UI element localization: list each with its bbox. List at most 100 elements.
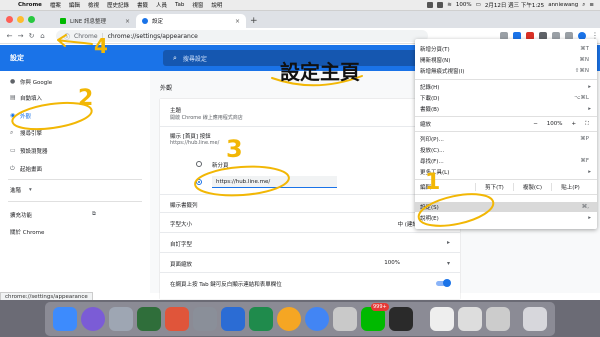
powerpoint-icon[interactable] [165,307,189,331]
new-tab-button[interactable]: + [250,16,258,26]
finder-icon[interactable] [53,307,77,331]
paste-button[interactable]: 貼上(P) [551,183,589,191]
document-icon[interactable] [458,307,482,331]
fullscreen-icon[interactable]: ⛶ [585,121,589,128]
page-zoom-row[interactable]: 頁面縮放 100% ▾ [160,253,460,273]
close-window-button[interactable] [6,16,13,23]
siri-icon[interactable] [81,307,105,331]
menu-item-settings[interactable]: 設定(S) ⌘, [415,202,597,212]
menu-list-icon[interactable]: ≡ [589,2,594,8]
menu-item-bookmarks[interactable]: 書籤(B) ▸ [415,104,597,114]
sidebar-item-label: 你與 Google [20,79,53,86]
chevron-right-icon[interactable]: ▸ [447,239,450,246]
menu-people[interactable]: 人員 [152,1,171,9]
home-icon[interactable]: ⌂ [37,32,48,40]
home-url-input[interactable]: https://hub.line.me/ [212,176,337,188]
new-tab-radio[interactable] [196,161,202,167]
trash-icon[interactable] [523,307,547,331]
menu-view[interactable]: 檢視 [84,1,103,9]
menu-item-cast[interactable]: 投放(C)... [415,145,597,155]
menu-edit[interactable]: 編輯 [65,1,84,9]
sidebar-item-on-startup[interactable]: ⏻ 起始畫面 [0,162,150,175]
battery-icon[interactable]: ▭ [476,2,481,8]
custom-fonts-row[interactable]: 自訂字型 ▸ [160,233,460,253]
menu-item-history[interactable]: 記錄(H) ▸ [415,82,597,92]
home-button-sub: https://hub.line.me/ [170,140,220,146]
excel-icon[interactable] [249,307,273,331]
tab-highlight-toggle[interactable] [436,279,451,287]
close-tab-icon[interactable]: × [235,18,240,25]
menu-item-downloads[interactable]: 下載(D) ⌥⌘L [415,93,597,103]
divider [8,201,142,202]
zoom-window-button[interactable] [28,16,35,23]
menu-item-label: 列印(P)... [420,137,444,143]
launchpad-icon[interactable] [109,307,133,331]
reload-icon[interactable]: ↻ [26,32,37,40]
menu-item-label: 設定(S) [420,205,439,211]
status-icon[interactable] [437,2,444,8]
tab-strip: LINE 訊息整理 × 設定 × + [0,11,600,28]
tab-line-messages[interactable]: LINE 訊息整理 × [54,14,136,28]
zoom-out-button[interactable]: − [533,121,538,127]
status-icon[interactable] [427,2,434,8]
external-link-icon: ⧉ [92,211,96,217]
menu-divider [415,194,597,195]
menu-item-more-tools[interactable]: 更多工具(L) ▸ [415,167,597,177]
chevron-down-icon[interactable]: ▾ [447,260,450,267]
menu-history[interactable]: 歷史記錄 [103,1,133,9]
custom-url-radio[interactable] [196,179,202,185]
copy-button[interactable]: 複製(C) [513,183,551,191]
sidebar-item-you-and-google[interactable]: ● 你與 Google [0,75,150,88]
close-tab-icon[interactable]: × [125,18,130,25]
app-icon[interactable] [137,307,161,331]
address-url[interactable]: chrome://settings/appearance [108,33,198,40]
menu-window[interactable]: 視窗 [188,1,207,9]
sidebar-item-search-engine[interactable]: ⌕ 搜尋引擎 [0,126,150,139]
menu-item-new-window[interactable]: 開新視窗(N) ⌘N [415,55,597,65]
forward-arrow-icon[interactable]: → [15,32,26,40]
menubar-status-area: ≋ 100% ▭ 2月12日 週三 下午1:25 anniewang ⌕ ≡ [427,1,600,9]
battery-level[interactable]: 100% [456,2,472,8]
menu-item-new-incognito[interactable]: 新增無痕式視窗(I) ⇧⌘N [415,66,597,76]
minimize-window-button[interactable] [17,16,24,23]
back-arrow-icon[interactable]: ← [4,32,15,40]
divider [8,179,142,180]
menu-tab[interactable]: Tab [171,2,188,8]
acrobat-reader-icon[interactable] [389,307,413,331]
tab-highlight-row[interactable]: 在網頁上按 Tab 鍵可反白顯示連結和表單欄位 [160,273,460,293]
sidebar-item-default-browser[interactable]: ▭ 預設瀏覽器 [0,144,150,157]
page-zoom-select[interactable]: 100% [384,260,400,266]
menubar-user[interactable]: anniewang [548,2,578,8]
site-info-icon[interactable]: ⓘ [64,32,70,41]
search-icon[interactable]: ⌕ [582,2,585,9]
cut-button[interactable]: 剪下(T) [475,183,513,191]
sidebar-item-advanced[interactable]: 進階 ▾ [0,183,150,196]
sidebar-item-appearance[interactable]: ◉ 外觀 [0,109,150,122]
menu-item-print[interactable]: 列印(P)... ⌘P [415,134,597,144]
photos-icon[interactable] [277,307,301,331]
menu-bookmarks[interactable]: 書籤 [133,1,152,9]
menu-help[interactable]: 說明 [207,1,226,9]
menubar-clock[interactable]: 2月12日 週三 下午1:25 [485,1,544,9]
sidebar-item-extensions[interactable]: 擴充功能 ⧉ [0,208,150,221]
address-bar[interactable]: ⓘ Chrome | chrome://settings/appearance [56,30,428,42]
menu-item-help[interactable]: 說明(E) ▸ [415,213,597,223]
menu-app-name[interactable]: Chrome [14,2,46,8]
zoom-in-button[interactable]: + [572,121,577,127]
chrome-icon[interactable] [305,307,329,331]
menu-file[interactable]: 檔案 [46,1,65,9]
sidebar-item-autofill[interactable]: ▤ 自動填入 [0,91,150,104]
sidebar-item-about-chrome[interactable]: 關於 Chrome [0,225,150,238]
system-preferences-icon[interactable] [193,307,217,331]
menu-item-find[interactable]: 尋找(F)... ⌘F [415,156,597,166]
menu-divider [415,79,597,80]
menu-item-label: 新增無痕式視窗(I) [420,69,465,75]
chevron-right-icon: ▸ [588,169,591,175]
menu-item-new-tab[interactable]: 新增分頁(T) ⌘T [415,44,597,54]
document-icon[interactable] [486,307,510,331]
tab-settings[interactable]: 設定 × [136,14,246,28]
word-icon[interactable] [221,307,245,331]
acrobat-icon[interactable] [333,307,357,331]
wifi-icon[interactable]: ≋ [447,2,452,8]
document-icon[interactable] [430,307,454,331]
